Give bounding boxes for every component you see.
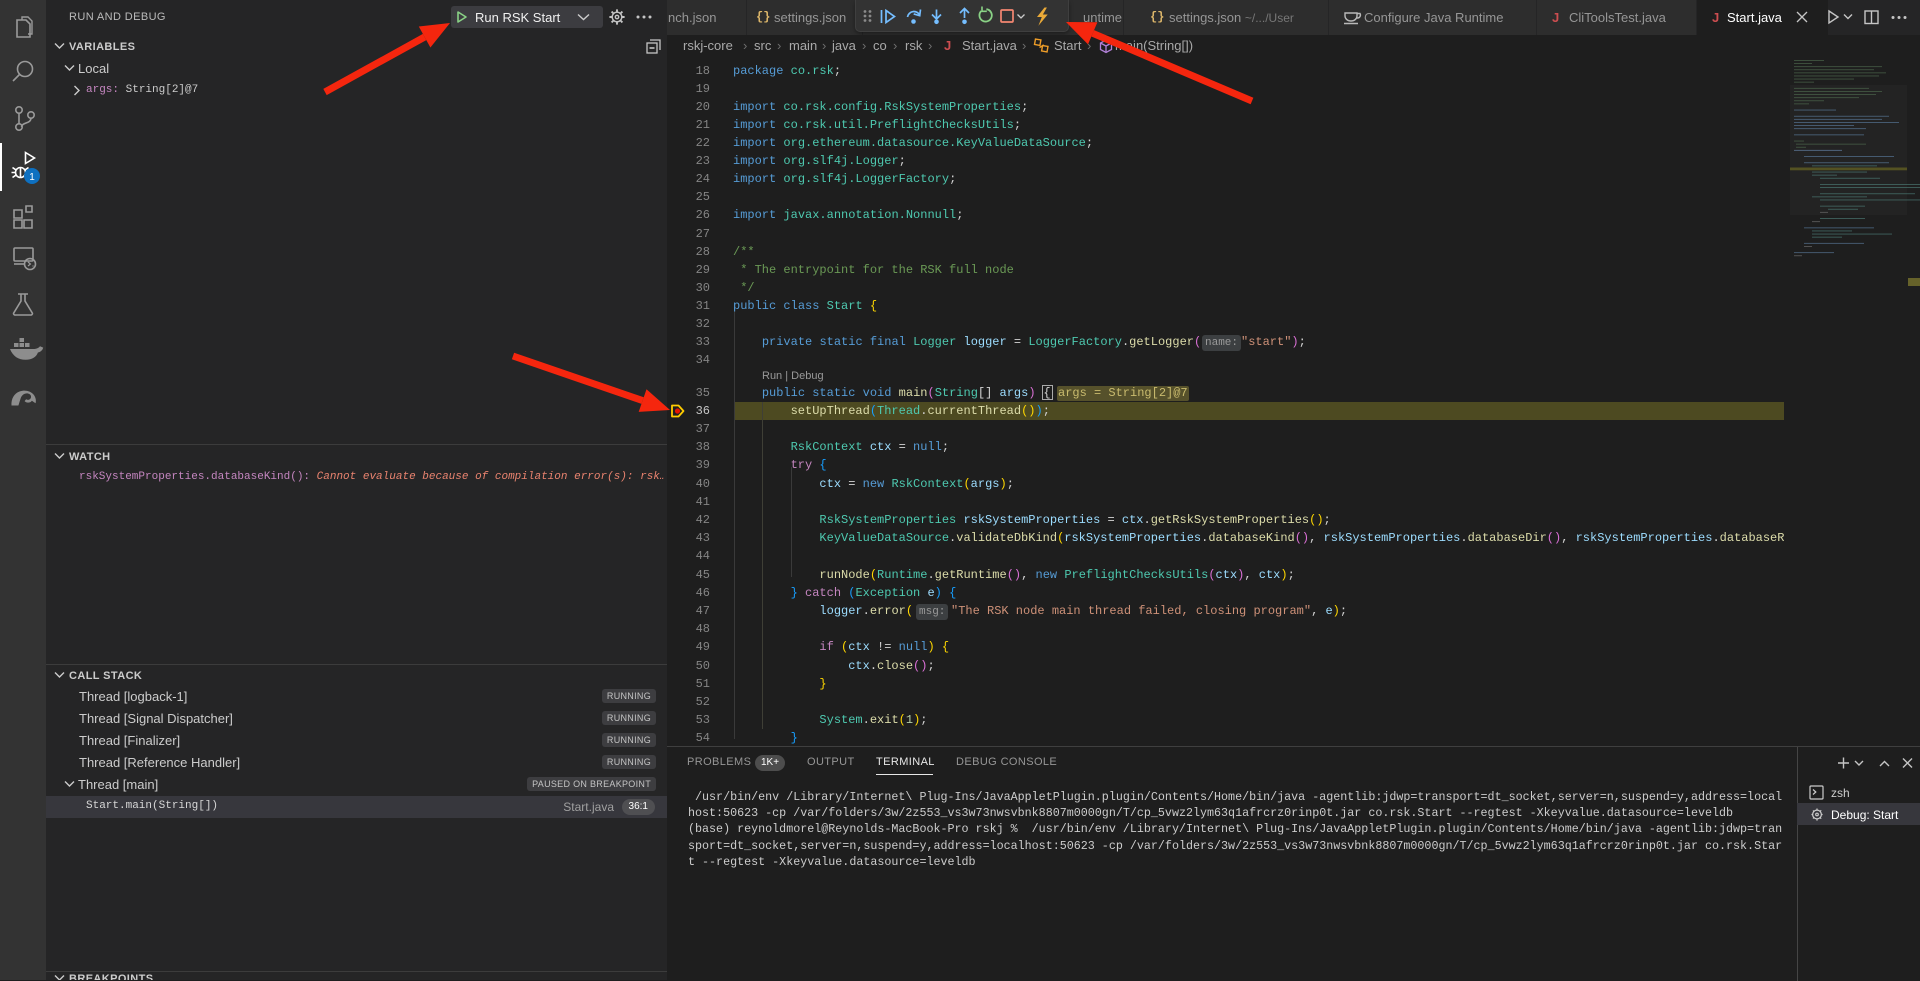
svg-text:1: 1 [29,172,35,183]
